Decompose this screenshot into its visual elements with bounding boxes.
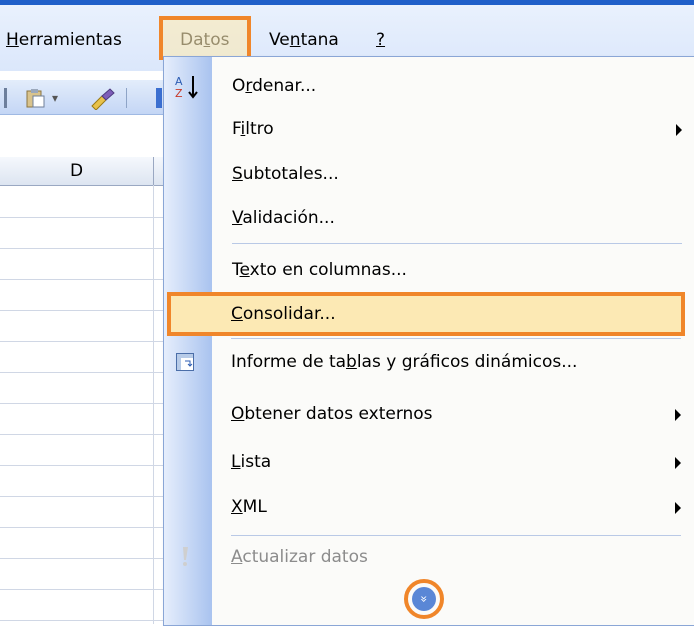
- column-header-d[interactable]: D: [0, 157, 153, 185]
- menu-item-xml[interactable]: XML: [163, 486, 693, 528]
- menu-item-obtener-datos-externos-label: Obtener datos externos: [231, 404, 433, 424]
- menu-item-informe-tablas[interactable]: Informe de tablas y gráficos dinámicos..…: [163, 341, 693, 383]
- menu-item-ordenar[interactable]: AZ Ordenar...: [164, 65, 694, 107]
- menu-herramientas[interactable]: Herramientas: [6, 27, 122, 53]
- menu-ventana[interactable]: Ventana: [269, 27, 339, 53]
- menu-item-texto-en-columnas[interactable]: Texto en columnas...: [164, 249, 694, 291]
- paste-dropdown-chevron-icon[interactable]: ▾: [52, 88, 64, 108]
- pivot-table-icon: [176, 353, 194, 371]
- menu-item-consolidar-label: Consolidar...: [231, 304, 336, 324]
- datos-menu-highlight: [159, 16, 251, 60]
- menu-separator: [231, 338, 681, 339]
- menu-item-ordenar-label: Ordenar...: [232, 76, 317, 96]
- svg-text:Z: Z: [175, 87, 183, 100]
- menu-item-filtro[interactable]: Filtro: [164, 108, 694, 150]
- menu-item-informe-tablas-label: Informe de tablas y gráficos dinámicos..…: [231, 352, 578, 372]
- paste-icon[interactable]: [24, 88, 46, 108]
- menu-item-xml-label: XML: [231, 497, 267, 517]
- menu-help-label: ?: [376, 30, 386, 50]
- menu-item-lista-label: Lista: [231, 452, 272, 472]
- submenu-arrow-icon: [675, 409, 681, 421]
- menu-item-filtro-label: Filtro: [232, 119, 274, 139]
- toolbar-grip-icon: [4, 88, 7, 108]
- menu-item-consolidar[interactable]: Consolidar...: [167, 292, 685, 336]
- menu-item-obtener-datos-externos[interactable]: Obtener datos externos: [163, 393, 693, 435]
- menu-separator: [232, 243, 682, 244]
- menu-item-actualizar-datos: Actualizar datos: [163, 536, 693, 578]
- menu-ventana-label: Ventana: [269, 30, 339, 50]
- menu-item-subtotales[interactable]: Subtotales...: [164, 153, 694, 195]
- formula-bar-area: [0, 115, 170, 158]
- menu-item-lista[interactable]: Lista: [163, 441, 693, 483]
- expand-menu-highlight: [404, 579, 444, 619]
- submenu-arrow-icon: [675, 457, 681, 469]
- menu-herramientas-label: Herramientas: [6, 30, 122, 50]
- toolbar-separator: [126, 88, 127, 108]
- refresh-data-icon: [180, 546, 190, 568]
- menu-item-validacion[interactable]: Validación...: [164, 197, 694, 239]
- toolbar-partial-icon: [156, 88, 162, 108]
- menu-item-actualizar-datos-label: Actualizar datos: [231, 547, 368, 567]
- sort-az-icon: AZ: [174, 74, 202, 100]
- menu-item-validacion-label: Validación...: [232, 208, 335, 228]
- menu-item-texto-en-columnas-label: Texto en columnas...: [232, 260, 407, 280]
- submenu-arrow-icon: [675, 502, 681, 514]
- submenu-arrow-icon: [676, 124, 682, 136]
- format-painter-icon[interactable]: [88, 88, 116, 111]
- column-separator: [153, 157, 154, 185]
- menu-help[interactable]: ?: [376, 27, 385, 53]
- menu-item-subtotales-label: Subtotales...: [232, 164, 339, 184]
